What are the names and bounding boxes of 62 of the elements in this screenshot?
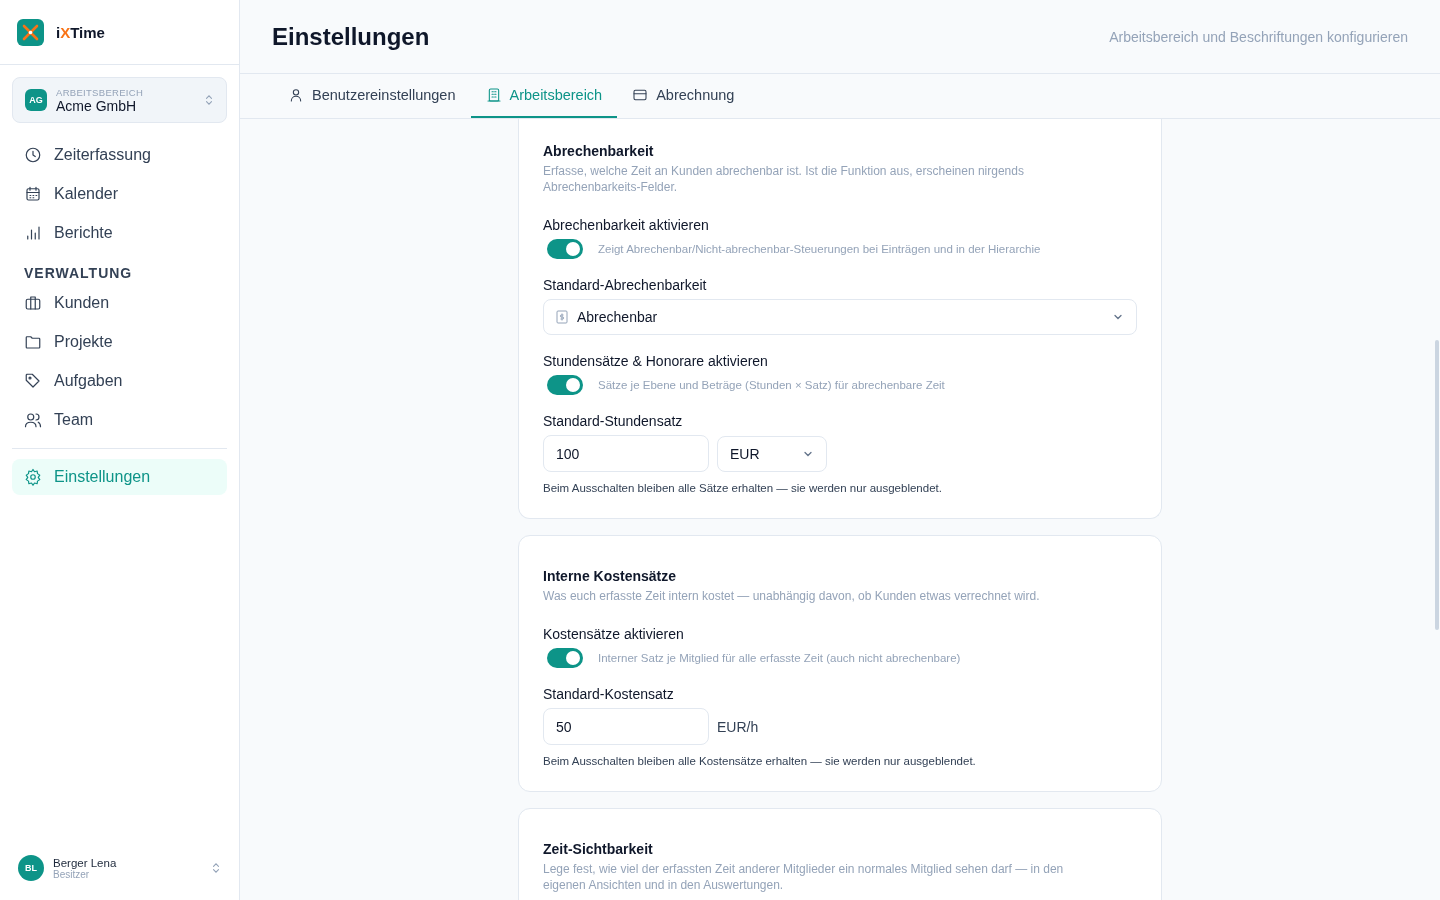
settings-icon xyxy=(24,468,42,486)
card-description: Erfasse, welche Zeit an Kunden abrechenbar ist. Ist die Funktion aus, erscheinen nirgends Abrechenbarkeits-Felder. xyxy=(543,163,1025,195)
workspace-switcher[interactable]: AG ARBEITSBEREICH Acme GmbH xyxy=(12,77,227,123)
receipt-icon xyxy=(556,310,568,324)
clock-icon xyxy=(24,146,42,164)
card-description: Was euch erfasste Zeit intern kostet — unabhängig davon, ob Kunden etwas verrechnet wird. xyxy=(543,588,1041,604)
tab[interactable]: Benutzereinstellungen xyxy=(273,74,471,118)
calendar-icon xyxy=(24,185,42,203)
briefcase-icon xyxy=(24,294,42,312)
nav-item[interactable]: Berichte xyxy=(12,215,227,251)
setting-label: Abrechenbarkeit aktivieren xyxy=(543,217,710,233)
toggle-switch[interactable] xyxy=(547,648,583,668)
workspace-avatar: AG xyxy=(25,89,47,111)
tab[interactable]: Abrechnung xyxy=(617,74,750,118)
nav-item[interactable]: Zeiterfassung xyxy=(12,137,227,173)
setting-label: Standard-Abrechenbarkeit xyxy=(543,277,708,293)
rate-input[interactable]: 100 xyxy=(543,435,709,472)
user-icon xyxy=(288,87,304,103)
tag-icon xyxy=(24,372,42,390)
note-text: Beim Ausschalten bleiben alle Sätze erhalten — sie werden nur ausgeblendet. xyxy=(543,482,943,494)
building-icon xyxy=(485,87,502,103)
card-title: Abrechenbarkeit xyxy=(543,143,655,159)
workspace-caption: ARBEITSBEREICH xyxy=(56,86,145,98)
page-title: Einstellungen xyxy=(272,22,430,51)
nav-item[interactable]: Projekte xyxy=(12,324,227,360)
scrollbar[interactable] xyxy=(1435,340,1439,630)
rate-input[interactable]: 50 xyxy=(543,708,709,745)
toggle-hint: Interner Satz je Mitglied für alle erfasste Zeit (auch nicht abrechenbare) xyxy=(598,652,961,664)
users-icon xyxy=(24,411,42,429)
toggle-hint: Sätze je Ebene und Beträge (Stunden × Satz) für abrechenbare Zeit xyxy=(598,379,945,391)
setting-label: Kostensätze aktivieren xyxy=(543,626,685,642)
folder-icon xyxy=(24,333,42,351)
workspace-name: Acme GmbH xyxy=(56,97,138,114)
nav-item[interactable]: Einstellungen xyxy=(12,459,227,495)
note-text: Beim Ausschalten bleiben alle Kostensätze erhalten — sie werden nur ausgeblendet. xyxy=(543,755,977,767)
unit-label: EUR/h xyxy=(717,718,759,735)
nav-item[interactable]: Team xyxy=(12,402,227,438)
section-heading: VERWALTUNG xyxy=(23,264,134,283)
card-title: Zeit-Sichtbarkeit xyxy=(543,841,654,857)
chevrons-icon xyxy=(211,861,221,875)
currency-select[interactable]: EUR xyxy=(717,435,827,472)
bar-chart-icon xyxy=(24,224,42,242)
setting-label: Standard-Stundensatz xyxy=(543,413,684,429)
page-subtitle: Arbeitsbereich und Beschriftungen konfigurieren xyxy=(1109,28,1408,45)
toggle-switch[interactable] xyxy=(547,375,583,395)
user-avatar: BL xyxy=(18,855,44,881)
card-description: Lege fest, wie viel der erfassten Zeit anderer Mitglieder ein normales Mitglied sehen darf — in den eigenen Ansichten und in den Auswertungen. xyxy=(543,861,1065,893)
credit-card-icon xyxy=(632,87,649,103)
setting-label: Stundensätze & Honorare aktivieren xyxy=(543,353,769,369)
toggle-hint: Zeigt Abrechenbar/Nicht-abrechenbar-Steuerungen bei Einträgen und in der Hierarchie xyxy=(598,243,1041,255)
brand-name: iXTime xyxy=(56,23,105,41)
chevrons-icon xyxy=(204,93,214,107)
select-field[interactable]: Abrechenbar xyxy=(543,299,1137,335)
setting-label: Standard-Kostensatz xyxy=(543,686,675,702)
card-title: Interne Kostensätze xyxy=(543,568,678,584)
toggle-switch[interactable] xyxy=(547,239,583,259)
nav-item[interactable]: Kalender xyxy=(12,176,227,212)
nav-item[interactable]: Aufgaben xyxy=(12,363,227,399)
user-name: Berger Lena xyxy=(53,856,118,869)
user-role: Besitzer xyxy=(53,868,91,880)
nav-item[interactable]: Kunden xyxy=(12,285,227,321)
logo-icon xyxy=(17,18,44,46)
